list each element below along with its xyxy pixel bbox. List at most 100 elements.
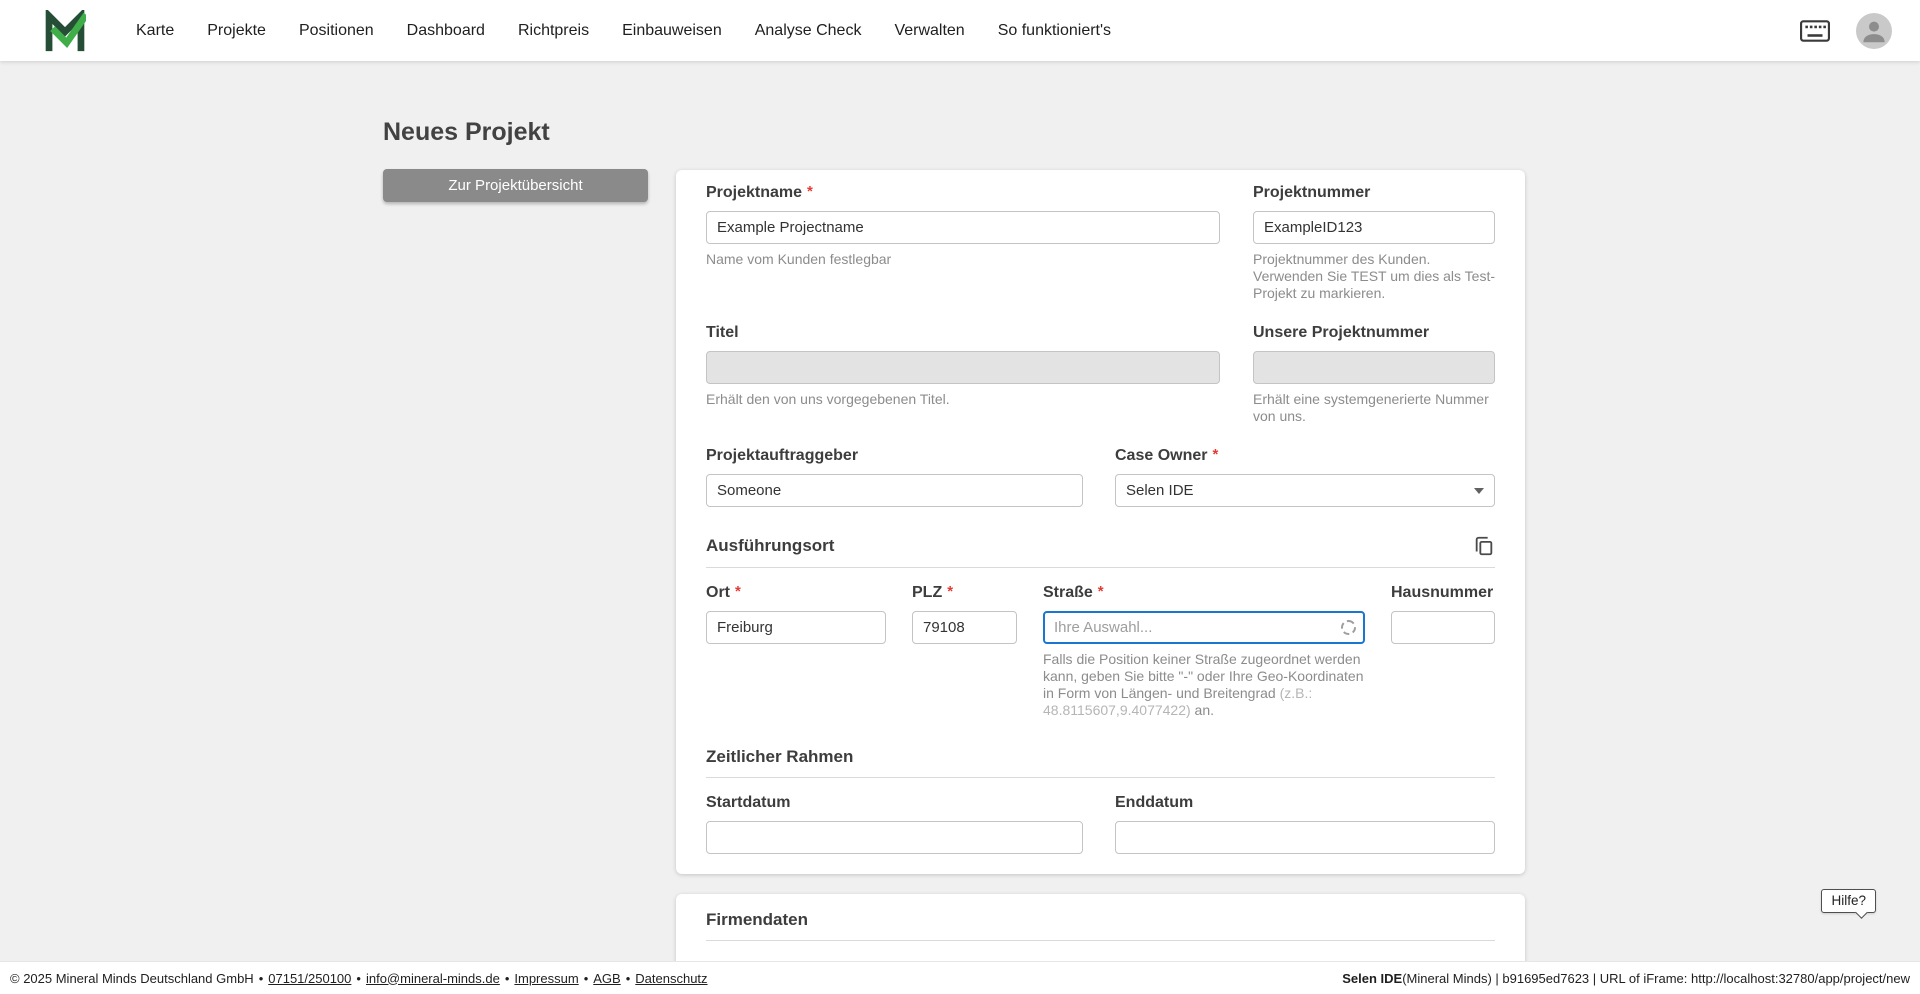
ort-input[interactable] [706,611,886,644]
required-asterisk: * [807,183,813,200]
footer-username: Selen IDE [1342,971,1402,986]
form-row-1: Projektname* Name vom Kunden festlegbar … [706,184,1495,302]
keyboard-icon[interactable] [1800,20,1830,42]
plz-label: PLZ* [912,584,1017,602]
ort-label: Ort* [706,584,886,602]
plz-input[interactable] [912,611,1017,644]
footer-impressum-link[interactable]: Impressum [514,971,578,986]
footer: © 2025 Mineral Minds Deutschland GmbH • … [0,961,1920,994]
nav-item-so-funktionierts[interactable]: So funktioniert's [998,22,1111,40]
footer-phone-link[interactable]: 07151/250100 [268,971,351,986]
mineral-minds-logo-icon[interactable] [44,10,86,52]
section-divider [706,940,1495,941]
form-row-5: Startdatum Enddatum [706,794,1495,854]
back-to-projects-button[interactable]: Zur Projektübersicht [383,169,648,202]
zeitlicher-rahmen-section-header: Zeitlicher Rahmen [706,747,1495,767]
strasse-input[interactable] [1043,611,1365,644]
footer-separator: • [505,971,510,986]
case-owner-field: Case Owner* Selen IDE [1115,447,1495,507]
footer-session-details: (Mineral Minds) | b91695ed7623 | URL of … [1402,971,1910,986]
form-row-2: Titel Erhält den von uns vorgegebenen Ti… [706,324,1495,425]
projektnummer-input[interactable] [1253,211,1495,244]
unsere-projektnummer-input [1253,351,1495,384]
enddatum-field: Enddatum [1115,794,1495,854]
projektnummer-field: Projektnummer Projektnummer des Kunden. … [1253,184,1495,302]
chevron-down-icon [1474,488,1484,494]
nav-item-dashboard[interactable]: Dashboard [407,22,485,40]
enddatum-input[interactable] [1115,821,1495,854]
project-form-card: Projektname* Name vom Kunden festlegbar … [676,170,1525,874]
projektauftraggeber-label: Projektauftraggeber [706,447,1083,465]
firmendaten-section-title: Firmendaten [706,910,808,930]
startdatum-input[interactable] [706,821,1083,854]
form-row-4: Ort* PLZ* Straße* Falls die Position kei… [706,584,1495,719]
projektname-helper: Name vom Kunden festlegbar [706,251,1220,268]
nav-item-projekte[interactable]: Projekte [207,22,266,40]
plz-field: PLZ* [912,584,1017,719]
startdatum-label: Startdatum [706,794,1083,812]
ausfuehrungsort-section-header: Ausführungsort [706,535,1495,557]
case-owner-select[interactable]: Selen IDE [1115,474,1495,507]
nav-item-einbauweisen[interactable]: Einbauweisen [622,22,722,40]
footer-datenschutz-link[interactable]: Datenschutz [635,971,707,986]
top-nav-bar: Karte Projekte Positionen Dashboard Rich… [0,0,1920,61]
footer-email-link[interactable]: info@mineral-minds.de [366,971,500,986]
nav-item-richtpreis[interactable]: Richtpreis [518,22,589,40]
hausnummer-input[interactable] [1391,611,1495,644]
strasse-helper: Falls die Position keiner Straße zugeord… [1043,651,1365,719]
unsere-projektnummer-helper: Erhält eine systemgenerierte Nummer von … [1253,391,1495,425]
nav-item-karte[interactable]: Karte [136,22,174,40]
hausnummer-field: Hausnummer [1391,584,1495,719]
projektnummer-label: Projektnummer [1253,184,1495,202]
help-button[interactable]: Hilfe? [1821,889,1876,913]
projektname-field: Projektname* Name vom Kunden festlegbar [706,184,1220,302]
loading-spinner-icon [1341,620,1356,635]
ausfuehrungsort-section-title: Ausführungsort [706,536,834,556]
unsere-projektnummer-field: Unsere Projektnummer Erhält eine systemg… [1253,324,1495,425]
topbar-actions [1800,13,1920,49]
zeitlicher-rahmen-section-title: Zeitlicher Rahmen [706,747,853,767]
strasse-label: Straße* [1043,584,1365,602]
page-title: Neues Projekt [383,118,550,147]
nav-item-verwalten[interactable]: Verwalten [894,22,964,40]
titel-helper: Erhält den von uns vorgegebenen Titel. [706,391,1220,408]
required-asterisk: * [1212,446,1218,463]
footer-copyright: © 2025 Mineral Minds Deutschland GmbH [10,971,254,986]
footer-left: © 2025 Mineral Minds Deutschland GmbH • … [10,971,708,986]
required-asterisk: * [1098,583,1104,600]
footer-session-info: Selen IDE (Mineral Minds) | b91695ed7623… [1342,971,1910,986]
footer-separator: • [259,971,264,986]
strasse-field: Straße* Falls die Position keiner Straße… [1043,584,1365,719]
required-asterisk: * [947,583,953,600]
projektname-label: Projektname* [706,184,1220,202]
section-divider [706,777,1495,778]
unsere-projektnummer-label: Unsere Projektnummer [1253,324,1495,342]
required-asterisk: * [735,583,741,600]
case-owner-value: Selen IDE [1126,482,1194,499]
projektauftraggeber-field: Projektauftraggeber [706,447,1083,507]
form-row-3: Projektauftraggeber Case Owner* Selen ID… [706,447,1495,507]
nav-item-analyse-check[interactable]: Analyse Check [755,22,862,40]
startdatum-field: Startdatum [706,794,1083,854]
user-avatar[interactable] [1856,13,1892,49]
enddatum-label: Enddatum [1115,794,1495,812]
titel-label: Titel [706,324,1220,342]
firmendaten-section-header: Firmendaten [706,910,1495,930]
footer-agb-link[interactable]: AGB [593,971,620,986]
ort-field: Ort* [706,584,886,719]
titel-field: Titel Erhält den von uns vorgegebenen Ti… [706,324,1220,425]
projektauftraggeber-input[interactable] [706,474,1083,507]
projektname-input[interactable] [706,211,1220,244]
titel-input [706,351,1220,384]
copy-icon[interactable] [1473,535,1495,557]
strasse-input-wrap [1043,611,1365,644]
case-owner-label: Case Owner* [1115,447,1495,465]
footer-separator: • [626,971,631,986]
footer-separator: • [356,971,361,986]
projektnummer-helper: Projektnummer des Kunden. Verwenden Sie … [1253,251,1495,302]
section-divider [706,567,1495,568]
main-nav: Karte Projekte Positionen Dashboard Rich… [136,22,1111,40]
hausnummer-label: Hausnummer [1391,584,1495,602]
footer-separator: • [584,971,589,986]
nav-item-positionen[interactable]: Positionen [299,22,374,40]
